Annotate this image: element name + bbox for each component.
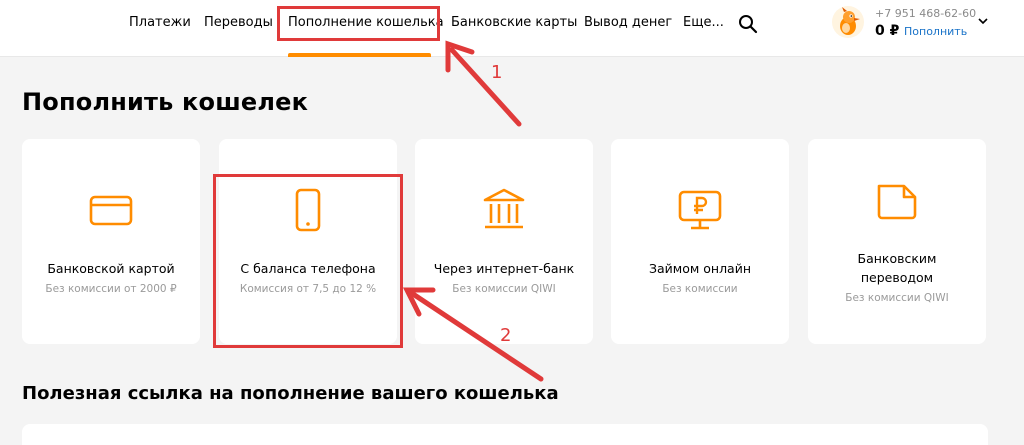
page-title: Пополнить кошелек [22, 88, 309, 116]
card-title: С баланса телефона [240, 261, 376, 276]
card-subtitle: Комиссия от 7,5 до 12 % [239, 283, 377, 295]
nav-wallet-topup[interactable]: Пополнение кошелька [288, 15, 444, 30]
card-subtitle: Без комиссии QIWI [845, 292, 949, 304]
card-title: Банковским переводом [857, 251, 937, 285]
annotation-label-1: 1 [491, 62, 503, 83]
active-tab-indicator [288, 53, 431, 57]
useful-link-panel [22, 424, 988, 445]
bird-mascot-icon [840, 7, 860, 35]
annotation-label-2: 2 [500, 325, 512, 346]
nav-payments[interactable]: Платежи [129, 15, 191, 30]
monitor-ruble-icon [678, 190, 722, 230]
card-subtitle: Без комиссии от 2000 ₽ [45, 283, 177, 295]
topup-method-bank-card[interactable]: Банковской картой Без комиссии от 2000 ₽ [22, 139, 200, 344]
search-icon[interactable] [738, 14, 758, 34]
nav-transfers[interactable]: Переводы [204, 15, 273, 30]
card-title: Через интернет-банк [433, 261, 575, 276]
nav-bank-cards[interactable]: Банковские карты [451, 15, 577, 30]
chevron-down-icon[interactable] [978, 16, 988, 26]
card-subtitle: Без комиссии [662, 283, 738, 295]
card-subtitle: Без комиссии QIWI [452, 283, 556, 295]
bank-icon [483, 188, 525, 229]
topup-method-online-loan[interactable]: Займом онлайн Без комиссии [611, 139, 789, 344]
topup-method-bank-transfer[interactable]: Банковским переводом Без комиссии QIWI [808, 139, 986, 344]
nav-more[interactable]: Еще... [683, 15, 724, 30]
topup-link[interactable]: Пополнить [904, 25, 967, 38]
wallet-balance: 0 ₽ [875, 23, 900, 39]
phone-icon [295, 188, 321, 232]
avatar[interactable] [832, 6, 864, 38]
topup-method-internet-bank[interactable]: Через интернет-банк Без комиссии QIWI [415, 139, 593, 344]
card-title: Банковской картой [47, 261, 175, 276]
card-title: Займом онлайн [648, 261, 752, 276]
document-icon [877, 184, 917, 220]
topup-method-phone-balance[interactable]: С баланса телефона Комиссия от 7,5 до 12… [219, 139, 397, 344]
useful-link-heading: Полезная ссылка на пополнение вашего кош… [22, 383, 559, 404]
nav-withdraw[interactable]: Вывод денег [584, 15, 672, 30]
card-icon [89, 195, 133, 226]
top-header: Платежи Переводы Пополнение кошелька Бан… [0, 0, 1024, 57]
user-phone: +7 951 468-62-60 [875, 7, 977, 20]
